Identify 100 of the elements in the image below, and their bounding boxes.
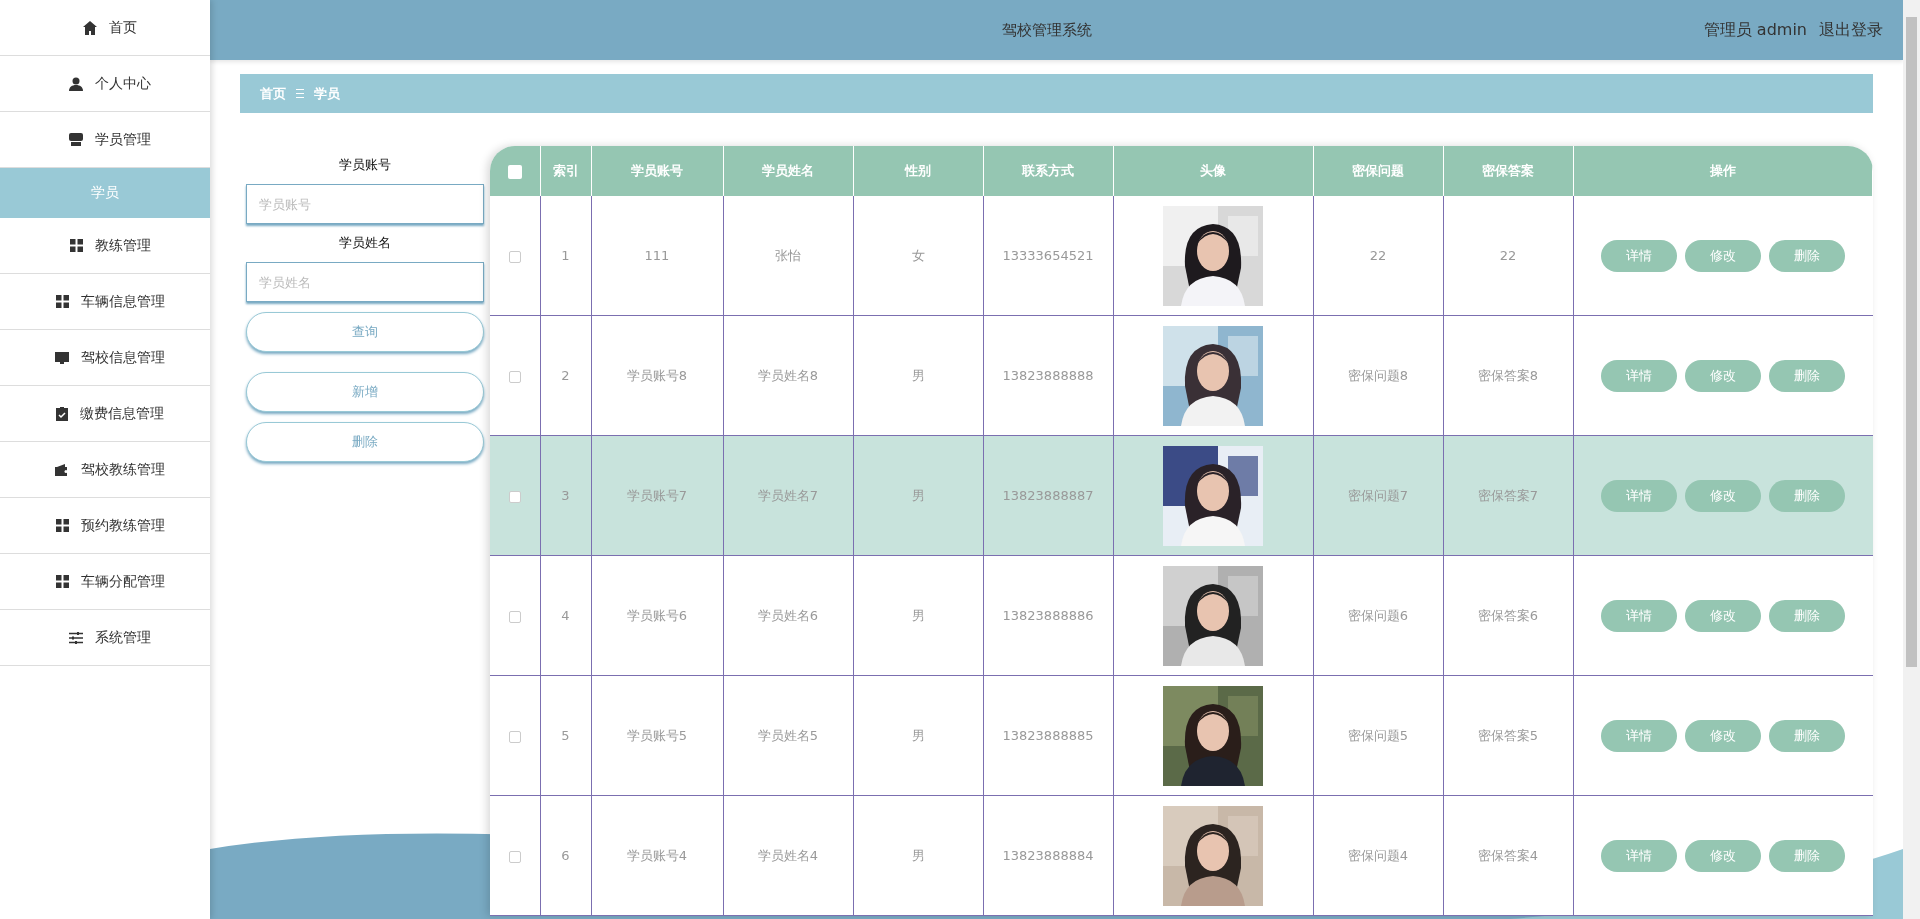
sidebar-item[interactable]: 车辆分配管理 (0, 554, 210, 610)
input-field[interactable]: 学员姓名 (246, 262, 484, 302)
edit-button[interactable]: 修改 (1685, 599, 1761, 632)
sidebar-item[interactable]: 预约教练管理 (0, 498, 210, 554)
sidebar-item[interactable]: 缴费信息管理 (0, 386, 210, 442)
table-cell: 男 (911, 847, 925, 863)
table-cell: 男 (911, 367, 925, 383)
field-label: 学员账号 (338, 156, 392, 174)
table-cell: 22 (1499, 248, 1517, 263)
store-icon (69, 132, 83, 147)
monitor-icon (55, 350, 69, 365)
table-cell: 13823888886 (1002, 608, 1094, 623)
table-cell: 密保问题6 (1347, 607, 1409, 623)
table-cell: 男 (911, 607, 925, 623)
edit-button[interactable]: 修改 (1685, 479, 1761, 512)
delete-button[interactable]: 删除 (1769, 359, 1845, 392)
column-header: 学员账号 (631, 163, 683, 178)
table-cell: 6 (561, 848, 570, 863)
edit-button[interactable]: 修改 (1685, 359, 1761, 392)
table-cell: 1 (561, 248, 570, 263)
scrollbar-thumb[interactable] (1906, 17, 1917, 667)
app-title: 驾校管理系统 (1001, 20, 1092, 40)
sidebar-item[interactable]: 车辆信息管理 (0, 274, 210, 330)
column-header: 性别 (905, 163, 931, 178)
column-header: 操作 (1709, 163, 1736, 178)
grid-icon (55, 295, 69, 308)
checkbox[interactable] (508, 370, 521, 383)
edit-button[interactable]: 修改 (1685, 839, 1761, 872)
table-cell: 学员账号6 (626, 607, 688, 623)
details-button[interactable]: 详情 (1601, 599, 1677, 632)
search-button[interactable]: 查询 (246, 312, 484, 352)
table-cell: 密保答案8 (1477, 367, 1539, 383)
table-cell: 学员账号4 (626, 847, 688, 863)
delete-button[interactable]: 删除 (246, 422, 484, 462)
table-cell: 密保问题8 (1347, 367, 1409, 383)
separator-icon (296, 89, 304, 98)
table-cell: 男 (911, 487, 925, 503)
sidebar-item[interactable]: 教练管理 (0, 218, 210, 274)
delete-button[interactable]: 删除 (1769, 839, 1845, 872)
submenu-item[interactable]: 学员 (0, 168, 210, 218)
table-cell: 密保问题7 (1347, 487, 1409, 503)
table-cell: 女 (911, 247, 925, 263)
table-cell: 4 (561, 608, 570, 623)
table-cell: 学员姓名7 (757, 487, 819, 503)
add-button[interactable]: 新增 (246, 372, 484, 412)
home-icon (83, 20, 97, 35)
table-cell: 密保答案6 (1477, 607, 1539, 623)
table-cell: 13333654521 (1002, 248, 1094, 263)
sidebar-item[interactable]: 驾校信息管理 (0, 330, 210, 386)
breadcrumb-link[interactable]: 首页 (260, 84, 286, 103)
table-cell: 13823888888 (1002, 368, 1094, 383)
edit-button[interactable]: 修改 (1685, 719, 1761, 752)
details-button[interactable]: 详情 (1601, 719, 1677, 752)
table-cell: 13823888887 (1002, 488, 1094, 503)
input-field[interactable]: 学员账号 (246, 184, 484, 224)
table-cell: 13823888885 (1002, 728, 1094, 743)
table-cell: 张怡 (775, 247, 801, 263)
column-header: 密保答案 (1482, 163, 1534, 178)
column-header: 头像 (1200, 163, 1226, 178)
table-cell: 学员账号7 (626, 487, 688, 503)
column-header: 学员姓名 (762, 163, 814, 178)
grid-icon (55, 575, 69, 588)
table-cell: 密保问题4 (1347, 847, 1409, 863)
sidebar-item[interactable]: 系统管理 (0, 610, 210, 666)
sliders-icon (69, 631, 83, 644)
sidebar-item[interactable]: 个人中心 (0, 56, 210, 112)
delete-button[interactable]: 删除 (1769, 719, 1845, 752)
grid-icon (69, 239, 83, 252)
breadcrumb-link[interactable]: 学员 (314, 84, 340, 103)
table-cell: 学员姓名5 (757, 727, 819, 743)
checkbox[interactable] (508, 250, 521, 263)
clipboard-icon (56, 406, 68, 421)
table-cell: 密保问题5 (1347, 727, 1409, 743)
table-cell: 111 (644, 248, 670, 263)
checkbox[interactable] (507, 164, 522, 179)
logout-link[interactable]: 退出登录 (1819, 19, 1883, 41)
sidebar-item[interactable]: 驾校教练管理 (0, 442, 210, 498)
table-cell: 密保答案5 (1477, 727, 1539, 743)
edit-button[interactable]: 修改 (1685, 239, 1761, 272)
table-cell: 学员账号8 (626, 367, 688, 383)
checkbox[interactable] (508, 850, 521, 863)
checkbox[interactable] (508, 610, 521, 623)
delete-button[interactable]: 删除 (1769, 479, 1845, 512)
details-button[interactable]: 详情 (1601, 359, 1677, 392)
table-cell: 13823888884 (1002, 848, 1094, 863)
table-cell: 密保答案7 (1477, 487, 1539, 503)
grid-icon (55, 519, 69, 532)
column-header: 联系方式 (1022, 163, 1074, 178)
details-button[interactable]: 详情 (1601, 479, 1677, 512)
table-cell: 密保答案4 (1477, 847, 1539, 863)
details-button[interactable]: 详情 (1601, 239, 1677, 272)
column-header: 索引 (552, 163, 579, 178)
user-icon (69, 76, 83, 91)
checkbox[interactable] (508, 730, 521, 743)
wallet-icon (55, 463, 69, 476)
delete-button[interactable]: 删除 (1769, 599, 1845, 632)
details-button[interactable]: 详情 (1601, 839, 1677, 872)
column-header: 密保问题 (1352, 163, 1404, 178)
checkbox[interactable] (508, 490, 521, 503)
delete-button[interactable]: 删除 (1769, 239, 1845, 272)
